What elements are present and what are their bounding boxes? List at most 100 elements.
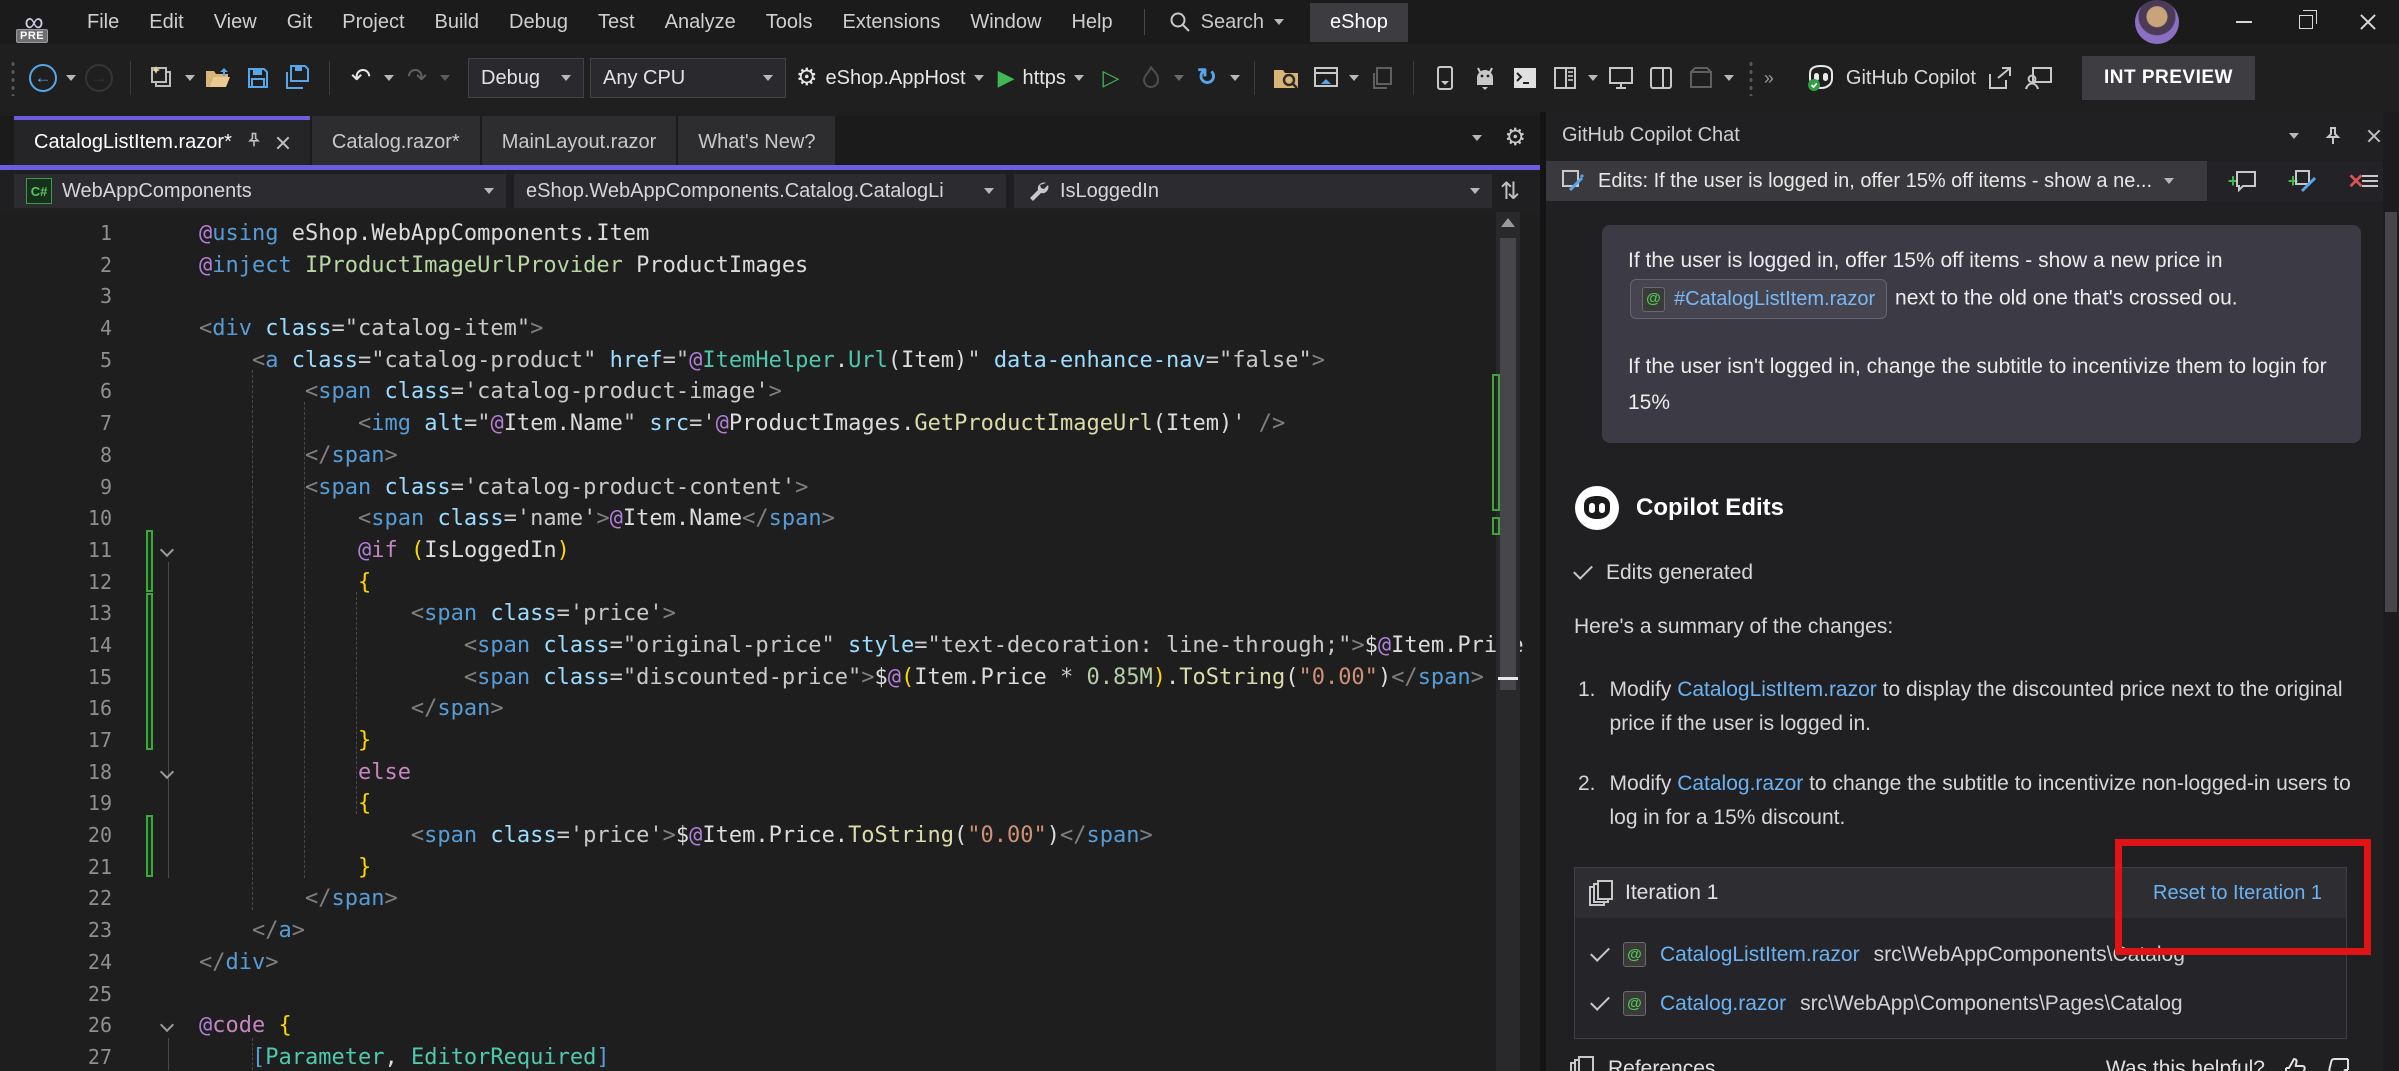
scrollbar-thumb[interactable] xyxy=(1500,238,1516,690)
code-line[interactable]: 17 } xyxy=(0,725,1496,757)
save-all-button[interactable] xyxy=(281,58,315,98)
iteration-header[interactable]: Iteration 1 Reset to Iteration 1 xyxy=(1575,868,2346,918)
toolbar-drag-handle[interactable] xyxy=(10,60,16,96)
menu-item-build[interactable]: Build xyxy=(420,0,494,44)
menu-item-debug[interactable]: Debug xyxy=(494,0,583,44)
feedback-button[interactable] xyxy=(2022,58,2056,98)
close-button[interactable] xyxy=(2337,0,2399,44)
editor-tab[interactable]: CatalogListItem.razor* xyxy=(14,116,310,165)
find-in-files-button[interactable] xyxy=(1269,58,1303,98)
code-line[interactable]: 1@using eShop.WebAppComponents.Item xyxy=(0,218,1496,250)
code-line[interactable]: 7 <img alt="@Item.Name" src='@ProductIma… xyxy=(0,408,1496,440)
code-line[interactable]: 27 [Parameter, EditorRequired] xyxy=(0,1042,1496,1071)
copy-layout-button[interactable] xyxy=(1365,58,1399,98)
panel-menu-caret-icon[interactable] xyxy=(2289,133,2299,139)
navigate-forward-button[interactable]: → xyxy=(82,58,116,98)
code-line[interactable]: 21 } xyxy=(0,852,1496,884)
new-edit-session-button[interactable]: + xyxy=(2277,161,2329,201)
file-link[interactable]: CatalogListItem.razor xyxy=(1677,678,1877,701)
code-line[interactable]: 9 <span class='catalog-product-content'> xyxy=(0,472,1496,504)
new-project-button[interactable] xyxy=(145,58,179,98)
tab-close-icon[interactable] xyxy=(276,136,290,150)
preview-caret-icon[interactable] xyxy=(1724,75,1734,81)
terminal-button[interactable] xyxy=(1508,58,1542,98)
search-control[interactable]: Search xyxy=(1161,11,1292,34)
clear-chat-button[interactable]: ✕ xyxy=(2337,161,2389,201)
chat-thread-dropdown[interactable]: Edits: If the user is logged in, offer 1… xyxy=(1546,161,2207,201)
uwp-package-button[interactable] xyxy=(1684,58,1718,98)
code-line[interactable]: 22 </span> xyxy=(0,883,1496,915)
toolbar-drag-handle[interactable] xyxy=(1748,60,1754,96)
code-line[interactable]: 16 </span> xyxy=(0,693,1496,725)
code-line[interactable]: 4<div class="catalog-item"> xyxy=(0,313,1496,345)
editor-tab[interactable]: MainLayout.razor xyxy=(482,116,677,165)
run-button[interactable]: ▶ https xyxy=(994,65,1088,91)
menu-item-window[interactable]: Window xyxy=(955,0,1056,44)
menu-item-analyze[interactable]: Analyze xyxy=(650,0,751,44)
platform-dropdown[interactable]: Any CPU xyxy=(590,58,786,98)
scrollbar-up-arrow-icon[interactable] xyxy=(1501,218,1515,227)
redo-button[interactable]: ↷ xyxy=(400,58,434,98)
navigate-back-button[interactable]: ← xyxy=(26,58,60,98)
menu-item-view[interactable]: View xyxy=(199,0,272,44)
undo-caret-icon[interactable] xyxy=(384,75,394,81)
references-label[interactable]: References xyxy=(1608,1057,1715,1071)
code-editor[interactable]: 1@using eShop.WebAppComponents.Item2@inj… xyxy=(0,212,1540,1071)
window-layout-caret-icon[interactable] xyxy=(1349,75,1359,81)
menu-item-file[interactable]: File xyxy=(72,0,134,44)
thumbs-up-icon[interactable] xyxy=(2281,1055,2309,1071)
code-line[interactable]: 15 <span class="discounted-price">$@(Ite… xyxy=(0,662,1496,694)
code-line[interactable]: 26@code { xyxy=(0,1010,1496,1042)
code-line[interactable]: 13 <span class='price'> xyxy=(0,598,1496,630)
menu-item-test[interactable]: Test xyxy=(583,0,650,44)
minimize-button[interactable] xyxy=(2213,0,2275,44)
restart-button[interactable]: ↻ xyxy=(1190,58,1224,98)
tablet-preview-button[interactable] xyxy=(1644,58,1678,98)
project-dropdown[interactable]: C# WebAppComponents xyxy=(14,174,506,208)
solution-button[interactable]: eShop xyxy=(1310,3,1408,42)
code-line[interactable]: 11 @if (IsLoggedIn) xyxy=(0,535,1496,567)
redo-caret-icon[interactable] xyxy=(440,75,450,81)
device-portrait-button[interactable] xyxy=(1428,58,1462,98)
menu-item-edit[interactable]: Edit xyxy=(134,0,198,44)
run-without-debug-button[interactable]: ▷ xyxy=(1094,58,1128,98)
window-layout-button[interactable] xyxy=(1309,58,1343,98)
menu-item-help[interactable]: Help xyxy=(1056,0,1127,44)
fold-chevron-icon[interactable] xyxy=(160,765,174,779)
file-link[interactable]: Catalog.razor xyxy=(1677,772,1803,795)
panel-scrollbar[interactable] xyxy=(2383,112,2399,1071)
int-preview-badge[interactable]: INT PREVIEW xyxy=(2082,56,2255,100)
open-file-button[interactable] xyxy=(201,58,235,98)
menu-item-tools[interactable]: Tools xyxy=(751,0,828,44)
type-dropdown[interactable]: eShop.WebAppComponents.Catalog.CatalogLi xyxy=(514,174,1006,208)
back-caret-icon[interactable] xyxy=(66,75,76,81)
thumbs-down-icon[interactable] xyxy=(2325,1055,2353,1071)
code-line[interactable]: 10 <span class='name'>@Item.Name</span> xyxy=(0,503,1496,535)
pin-icon[interactable] xyxy=(2323,126,2343,146)
reset-to-iteration-link[interactable]: Reset to Iteration 1 xyxy=(2153,882,2322,904)
fold-chevron-icon[interactable] xyxy=(160,543,174,557)
fold-chevron-icon[interactable] xyxy=(160,1018,174,1032)
toolbar-overflow-button[interactable]: ›› xyxy=(1764,68,1772,89)
code-line[interactable]: 20 <span class='price'>$@Item.Price.ToSt… xyxy=(0,820,1496,852)
code-line[interactable]: 8 </span> xyxy=(0,440,1496,472)
hot-reload-caret-icon[interactable] xyxy=(1174,75,1184,81)
menu-item-git[interactable]: Git xyxy=(272,0,328,44)
member-dropdown[interactable]: IsLoggedIn xyxy=(1014,174,1492,208)
editor-tab[interactable]: Catalog.razor* xyxy=(312,116,480,165)
code-line[interactable]: 14 <span class="original-price" style="t… xyxy=(0,630,1496,662)
user-avatar[interactable] xyxy=(2135,0,2179,44)
hot-reload-button[interactable] xyxy=(1134,58,1168,98)
code-line[interactable]: 12 { xyxy=(0,567,1496,599)
tab-overflow-caret-icon[interactable] xyxy=(1472,135,1482,141)
code-line[interactable]: 6 <span class='catalog-product-image'> xyxy=(0,376,1496,408)
undo-button[interactable]: ↶ xyxy=(344,58,378,98)
menu-item-extensions[interactable]: Extensions xyxy=(827,0,955,44)
split-editor-icon[interactable]: ⇅ xyxy=(1500,177,1526,206)
restore-button[interactable] xyxy=(2275,0,2337,44)
code-line[interactable]: 5 <a class="catalog-product" href="@Item… xyxy=(0,345,1496,377)
desktop-preview-button[interactable] xyxy=(1604,58,1638,98)
pin-icon[interactable] xyxy=(246,131,262,154)
share-button[interactable] xyxy=(1982,58,2016,98)
new-chat-button[interactable]: + xyxy=(2217,161,2269,201)
